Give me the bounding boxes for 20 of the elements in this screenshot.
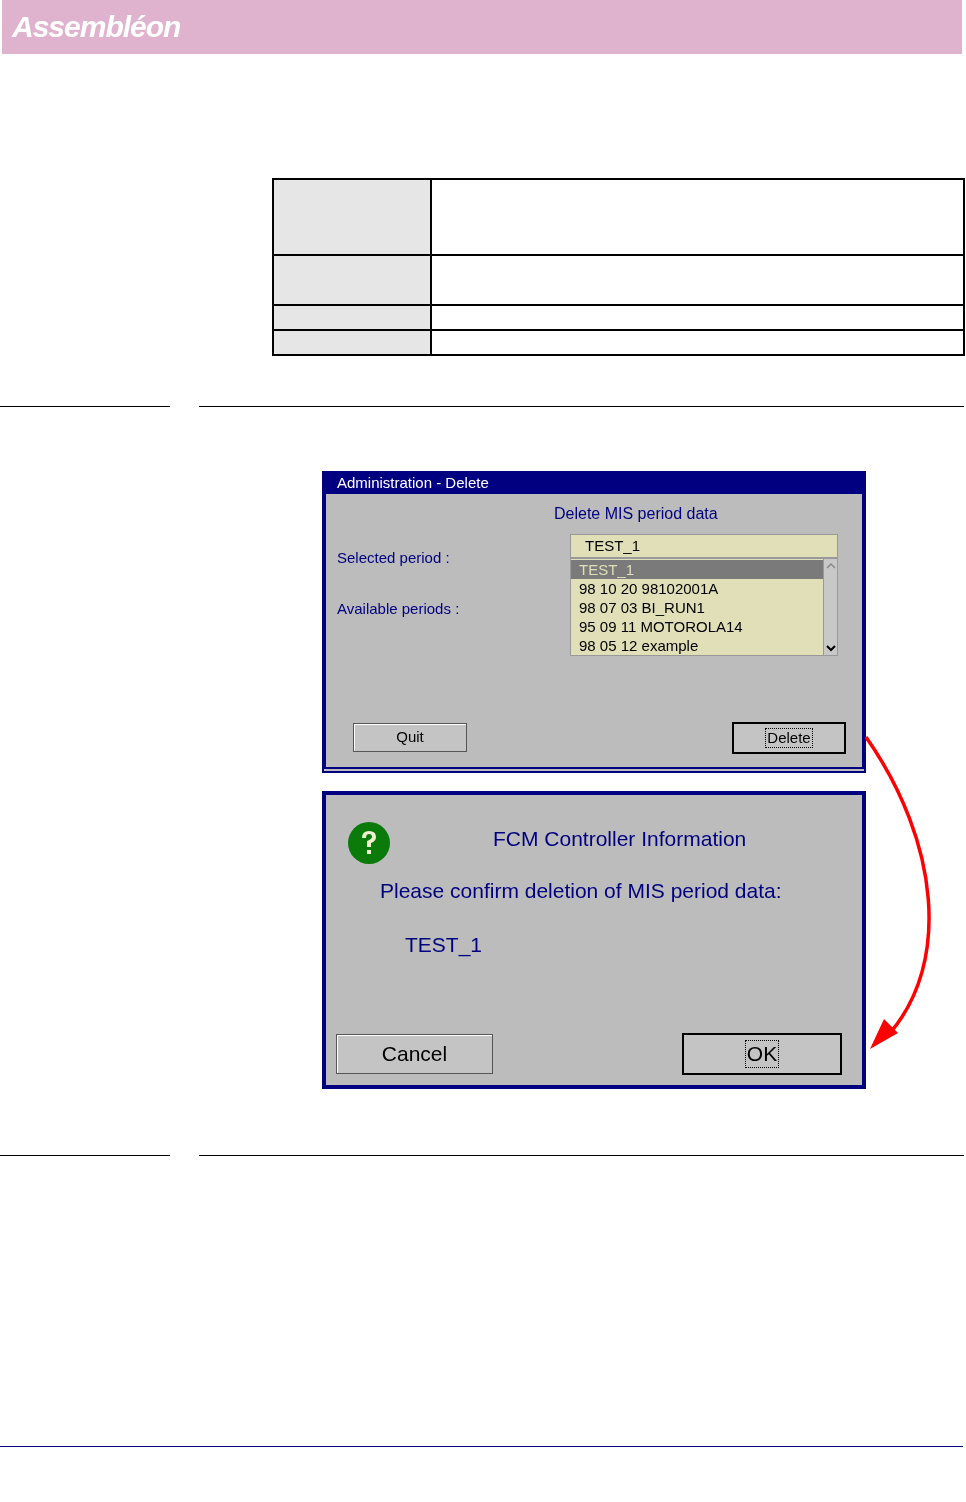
- dialog-heading: Delete MIS period data: [554, 504, 718, 524]
- brand-logo: Assembléon: [12, 12, 181, 42]
- field-label: Available periods :: [337, 599, 460, 619]
- scrollbar[interactable]: [823, 559, 837, 655]
- field-label: Selected period :: [337, 548, 450, 568]
- list-item[interactable]: 98 10 20 98102001A: [571, 579, 823, 598]
- title-bar: Administration - Delete: [324, 473, 864, 494]
- dialog-button[interactable]: Quit: [353, 723, 467, 752]
- dialog-button[interactable]: OK: [682, 1033, 842, 1075]
- dialog-title: FCM Controller Information: [493, 826, 747, 852]
- dialog-button[interactable]: Delete: [732, 722, 846, 754]
- selected-period-field[interactable]: TEST_1: [570, 534, 838, 558]
- list-item[interactable]: 98 07 03 BI_RUN1: [571, 598, 823, 617]
- dialog-button[interactable]: Cancel: [336, 1034, 493, 1074]
- list-item[interactable]: 95 09 11 MOTOROLA14: [571, 617, 823, 636]
- list-item[interactable]: 98 05 12 example: [571, 636, 823, 655]
- period-name: TEST_1: [405, 932, 483, 958]
- period-list[interactable]: TEST_1 98 10 20 98102001A 98 07 03 BI_RUN1 95 09 11 MOTOROLA14 98 05 12 example: [570, 558, 838, 656]
- confirm-message: Please confirm deletion of MIS period data:: [380, 878, 783, 904]
- question-icon: [348, 822, 390, 864]
